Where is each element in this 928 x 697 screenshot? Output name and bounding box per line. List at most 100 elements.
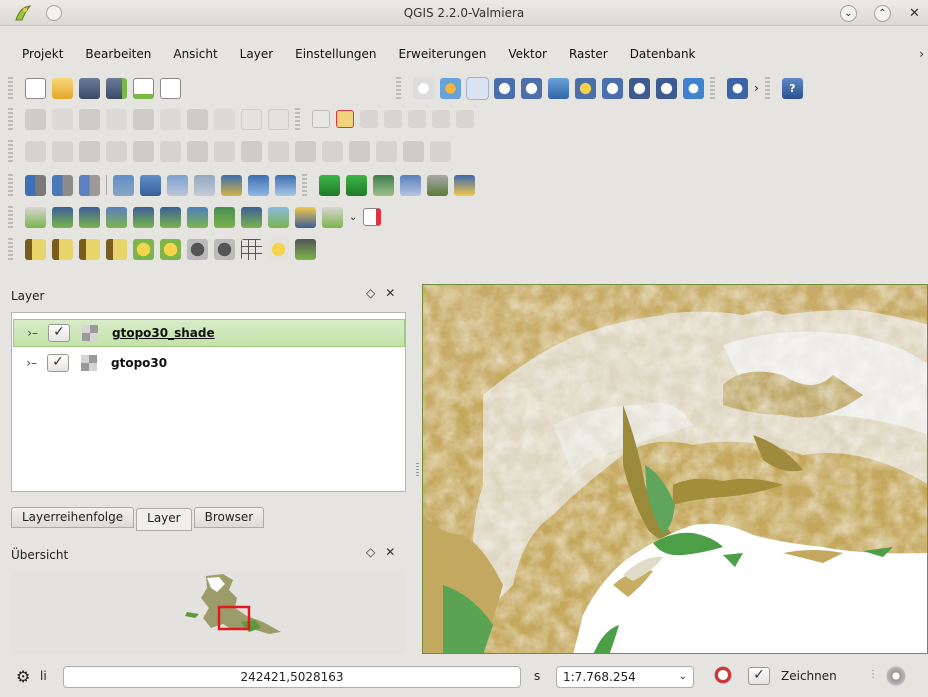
raster-calculator-icon[interactable] [295,238,316,260]
save-as-icon[interactable] [106,77,127,99]
overview-map[interactable] [11,572,406,654]
menu-raster[interactable]: Raster [557,44,618,66]
split-parts-icon[interactable] [349,140,370,162]
add-postgis-layer-icon[interactable] [79,174,100,196]
set-crs-icon[interactable] [295,206,316,228]
layer-row[interactable]: ›– ✓ gtopo30_shade [13,319,405,347]
toolbar-grip[interactable] [8,77,13,99]
toolbar-grip[interactable] [8,206,13,228]
spatialite-db-icon[interactable] [427,174,448,196]
heatmap-icon[interactable] [268,238,289,260]
menu-layer[interactable]: Layer [228,44,283,66]
zoom-in-icon[interactable] [466,76,489,100]
menu-ansicht[interactable]: Ansicht [161,44,227,66]
add-ring-icon[interactable] [133,140,154,162]
full-cumulative-icon[interactable] [106,238,127,260]
new-shapefile-icon[interactable] [106,206,127,228]
zoom-next-icon[interactable] [656,77,677,99]
local-cumulative-icon[interactable] [79,238,100,260]
new-temporary-layer-icon[interactable] [363,208,382,226]
splitter-handle[interactable] [416,463,419,477]
toolbar-dropdown-icon[interactable]: ⌄ [349,212,357,223]
redo-icon[interactable] [52,140,73,162]
add-mssql-layer-icon[interactable] [140,174,161,196]
close-icon[interactable]: ✕ [385,545,405,559]
tab-browser[interactable]: Browser [193,507,265,528]
split-features-icon[interactable] [322,140,343,162]
toggle-editing-icon[interactable] [52,108,73,130]
menu-projekt[interactable]: Projekt [0,44,73,66]
delete-selected-icon[interactable] [187,108,208,130]
grass-new-mapset-icon[interactable] [373,174,394,196]
menu-einstellungen[interactable]: Einstellungen [283,44,386,66]
add-raster-layer-icon[interactable] [52,174,73,196]
paste-features-icon[interactable] [268,108,289,130]
pan-icon[interactable] [413,77,434,99]
increase-contrast-icon[interactable] [187,238,208,260]
composer-manager-icon[interactable] [160,77,181,99]
delete-ring-icon[interactable] [214,140,235,162]
label-tool-icon[interactable] [312,110,330,128]
add-csv-icon[interactable] [25,206,46,228]
copy-features-icon[interactable] [241,108,262,130]
chevron-down-icon[interactable]: ⌄ [679,667,687,687]
toolbar-grip[interactable] [8,108,13,130]
maximize-button[interactable]: ⌃ [874,5,891,22]
grass-tools-icon[interactable] [319,174,340,196]
save-edits-icon[interactable] [79,108,100,130]
move-feature-icon[interactable] [133,108,154,130]
duplicate-layer-icon[interactable] [268,206,289,228]
toolbar-overflow-icon[interactable]: › [754,81,759,95]
rotate-label-icon[interactable] [432,110,450,128]
current-edits-icon[interactable] [25,108,46,130]
highlight-pinned-labels-icon[interactable] [336,110,354,128]
add-virtual-icon[interactable] [214,206,235,228]
toolbar-grip[interactable] [8,238,13,260]
simplify-icon[interactable] [106,140,127,162]
float-icon[interactable]: ◇ [366,286,385,300]
save-project-icon[interactable] [79,77,100,99]
new-print-composer-icon[interactable] [133,77,154,99]
offset-curve-icon[interactable] [295,140,316,162]
float-icon[interactable]: ◇ [366,545,385,559]
add-mesh-icon[interactable] [52,206,73,228]
new-gpx-icon[interactable] [160,206,181,228]
close-icon[interactable]: ✕ [385,286,405,300]
move-label-icon[interactable] [408,110,426,128]
zoom-full-icon[interactable] [548,77,569,99]
close-button[interactable]: ✕ [906,5,923,22]
add-part-icon[interactable] [160,140,181,162]
new-vector-icon[interactable] [322,206,343,228]
rotate-point-symbols-icon[interactable] [430,140,451,162]
open-project-icon[interactable] [52,77,73,99]
zoom-to-selection-icon[interactable] [575,77,596,99]
toolbar-grip[interactable] [8,174,13,196]
decrease-brightness-icon[interactable] [160,238,181,260]
refresh-icon[interactable] [683,77,704,99]
zoom-actual-icon[interactable] [521,77,542,99]
fill-ring-icon[interactable] [187,140,208,162]
menu-datenbank[interactable]: Datenbank [618,44,706,66]
grass-open-mapset-icon[interactable] [400,174,421,196]
menu-erweiterungen[interactable]: Erweiterungen [387,44,497,66]
toolbar-grip[interactable] [295,108,300,130]
pan-to-selection-icon[interactable] [440,77,461,99]
identify-icon[interactable] [727,77,748,99]
zoom-to-layer-icon[interactable] [602,77,623,99]
menu-bearbeiten[interactable]: Bearbeiten [73,44,161,66]
full-histogram-stretch-icon[interactable] [52,238,73,260]
expand-icon[interactable]: ›– [14,326,42,340]
grass-region-icon[interactable] [346,174,367,196]
add-wms-layer-icon[interactable] [194,174,215,196]
toolbar-grip[interactable] [764,77,770,99]
pin-labels-icon[interactable] [360,110,378,128]
map-canvas[interactable] [422,284,928,654]
new-memory-layer-icon[interactable] [187,206,208,228]
add-vector-layer-icon[interactable] [25,174,46,196]
increase-brightness-icon[interactable] [133,238,154,260]
remove-layer-icon[interactable] [241,206,262,228]
expand-icon[interactable]: ›– [13,356,41,370]
zoom-last-icon[interactable] [629,77,650,99]
layer-row[interactable]: ›– ✓ gtopo30 [13,349,405,377]
cut-features-icon[interactable] [214,108,235,130]
